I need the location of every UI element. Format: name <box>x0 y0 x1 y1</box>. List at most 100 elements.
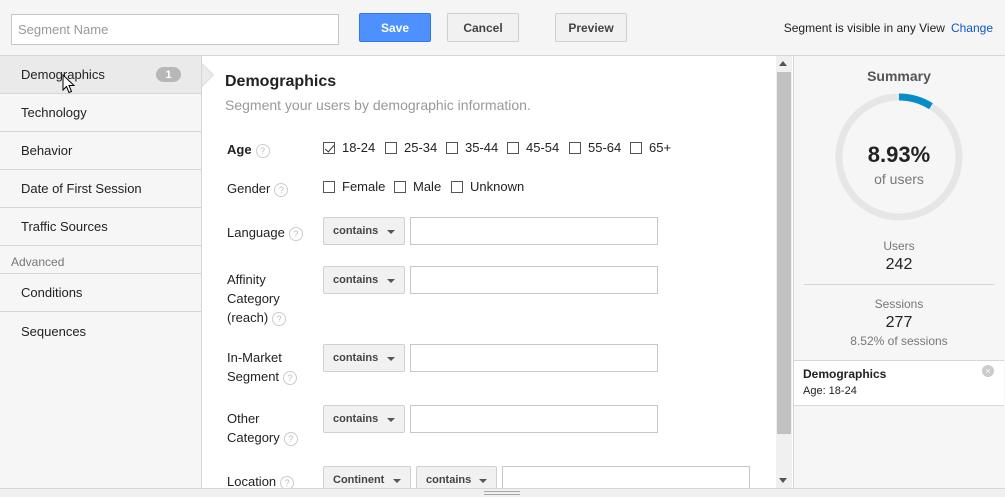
label-line: Segment <box>227 369 280 384</box>
checkbox-label: Unknown <box>470 179 525 194</box>
in-market-operator-dropdown[interactable]: contains <box>323 344 405 372</box>
dropdown-label: contains <box>333 225 379 237</box>
remove-condition-icon[interactable]: × <box>982 365 994 377</box>
label-line: Affinity <box>227 272 266 287</box>
scroll-up-arrow-icon[interactable] <box>779 61 787 66</box>
nav-item-conditions[interactable]: Conditions <box>0 274 201 312</box>
resize-bar[interactable] <box>0 488 1005 497</box>
dropdown-label: contains <box>333 413 379 425</box>
help-icon[interactable]: ? <box>280 475 295 488</box>
chevron-down-icon <box>393 479 401 483</box>
label-line-with-help: Category? <box>227 428 298 447</box>
age-35-44-checkbox[interactable]: 35-44 <box>446 140 498 155</box>
age-18-24-checkbox[interactable]: 18-24 <box>323 140 375 155</box>
help-icon[interactable]: ? <box>255 143 270 158</box>
age-25-34-checkbox[interactable]: 25-34 <box>385 140 437 155</box>
dropdown-label: contains <box>333 274 379 286</box>
nav-item-technology[interactable]: Technology <box>0 94 201 132</box>
checkbox-label: 25-34 <box>404 140 438 155</box>
affinity-operator-dropdown[interactable]: contains <box>323 266 405 294</box>
checkbox-label: Female <box>342 179 386 194</box>
chevron-down-icon <box>387 357 395 361</box>
other-category-operator-dropdown[interactable]: contains <box>323 405 405 433</box>
preview-button[interactable]: Preview <box>555 13 627 42</box>
help-icon[interactable]: ? <box>283 370 298 385</box>
age-45-54-checkbox[interactable]: 45-54 <box>507 140 559 155</box>
panel-scrollbar[interactable] <box>776 56 792 488</box>
sessions-value: 277 <box>885 314 913 331</box>
language-operator-dropdown[interactable]: contains <box>323 217 405 245</box>
nav-item-label: Behavior <box>21 143 73 158</box>
users-percentage-label: of users <box>874 171 924 187</box>
segment-name-input[interactable] <box>11 14 339 45</box>
help-icon[interactable]: ? <box>272 311 287 326</box>
nav-item-sequences[interactable]: Sequences <box>0 312 201 350</box>
gender-unknown-checkbox[interactable]: Unknown <box>451 179 524 194</box>
summary-divider <box>804 284 994 285</box>
checkbox-box[interactable] <box>451 180 463 193</box>
users-label: Users <box>883 239 915 253</box>
checkbox-box[interactable] <box>394 180 406 193</box>
save-button[interactable]: Save <box>359 13 431 42</box>
condition-summary-card: Demographics Age: 18-24 × <box>794 360 1004 406</box>
label-line: In-Market <box>227 350 282 365</box>
cancel-button[interactable]: Cancel <box>447 13 519 42</box>
location-operator-dropdown[interactable]: contains <box>416 466 497 488</box>
scroll-down-arrow-icon[interactable] <box>779 478 787 483</box>
checkbox-box[interactable] <box>323 180 335 193</box>
active-arrow <box>202 64 213 86</box>
checkbox-box[interactable] <box>446 141 458 154</box>
age-label-text: Age <box>227 142 252 157</box>
segment-category-nav: Demographics 1 Technology Behavior Date … <box>0 56 214 488</box>
checkbox-box[interactable] <box>507 141 519 154</box>
checkbox-label: 65+ <box>649 140 672 155</box>
chevron-down-icon <box>387 279 395 283</box>
condition-detail: Age: 18-24 <box>803 385 857 397</box>
location-value-input[interactable] <box>502 466 750 488</box>
checkbox-box[interactable] <box>323 141 335 154</box>
nav-item-traffic-sources[interactable]: Traffic Sources <box>0 208 201 246</box>
nav-item-label: Traffic Sources <box>21 219 108 234</box>
age-55-64-checkbox[interactable]: 55-64 <box>569 140 621 155</box>
label-line: Category <box>227 430 280 445</box>
users-percentage-value: 8.93% <box>867 142 931 167</box>
change-link[interactable]: Change <box>951 21 993 35</box>
checkbox-box[interactable] <box>385 141 397 154</box>
in-market-segment-label: In-Market Segment? <box>227 348 298 386</box>
resize-grip-icon[interactable] <box>484 491 520 495</box>
gender-female-checkbox[interactable]: Female <box>323 179 385 194</box>
scrollbar-thumb[interactable] <box>777 72 791 434</box>
checkbox-box[interactable] <box>569 141 581 154</box>
chevron-down-icon <box>479 479 487 483</box>
nav-item-behavior[interactable]: Behavior <box>0 132 201 170</box>
gender-label: Gender? <box>227 179 289 198</box>
nav-item-label: Technology <box>21 105 87 120</box>
location-scope-dropdown[interactable]: Continent <box>323 466 411 488</box>
nav-item-date-of-first-session[interactable]: Date of First Session <box>0 170 201 208</box>
checkbox-label: 55-64 <box>588 140 622 155</box>
help-icon[interactable]: ? <box>283 431 298 446</box>
panel-title: Demographics <box>225 73 337 90</box>
checkbox-label: Male <box>413 179 442 194</box>
language-value-input[interactable] <box>410 217 658 245</box>
condition-title: Demographics <box>803 367 887 381</box>
checkbox-box[interactable] <box>630 141 642 154</box>
sessions-percentage: 8.52% of sessions <box>850 334 948 348</box>
chevron-down-icon <box>387 230 395 234</box>
nav-item-demographics[interactable]: Demographics 1 <box>0 56 214 94</box>
affinity-category-label: Affinity Category (reach)? <box>227 270 287 327</box>
other-category-label: Other Category? <box>227 409 298 447</box>
help-icon[interactable]: ? <box>274 182 289 197</box>
demographics-panel: Demographics Segment your users by demog… <box>203 56 776 488</box>
checkbox-label: 45-54 <box>526 140 560 155</box>
affinity-value-input[interactable] <box>410 266 658 294</box>
advanced-section-header: Advanced <box>0 246 201 274</box>
nav-item-label: Conditions <box>21 285 83 300</box>
label-line: (reach) <box>227 310 269 325</box>
language-label-text: Language <box>227 225 285 240</box>
other-category-value-input[interactable] <box>410 405 658 433</box>
age-65-plus-checkbox[interactable]: 65+ <box>630 140 671 155</box>
gender-male-checkbox[interactable]: Male <box>394 179 441 194</box>
help-icon[interactable]: ? <box>288 226 303 241</box>
in-market-value-input[interactable] <box>410 344 658 372</box>
